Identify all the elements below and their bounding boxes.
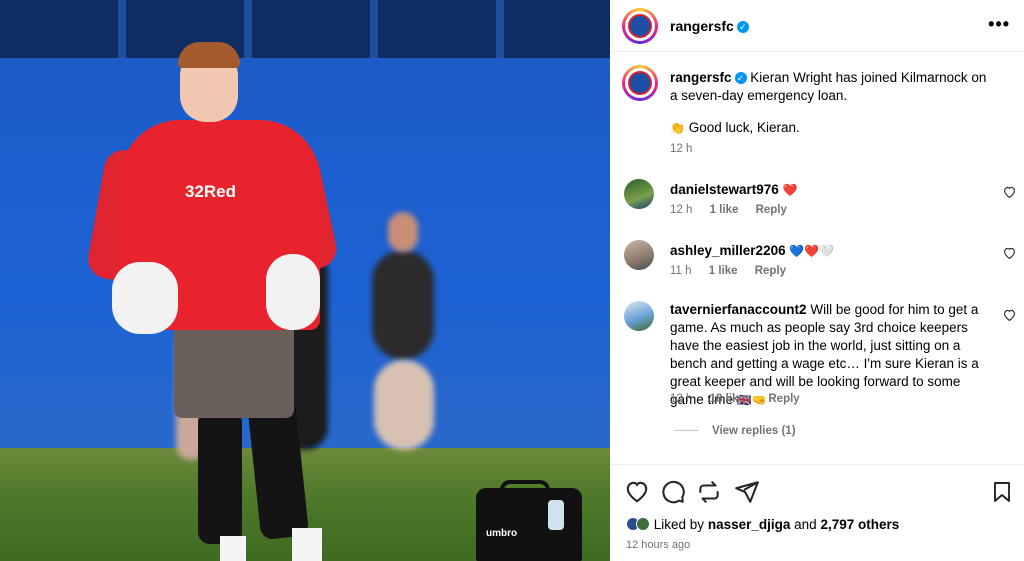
- comments-scroll-area[interactable]: rangersfc ✓ Kieran Wright has joined Kilm…: [610, 53, 1024, 464]
- rangers-crest-icon: [628, 71, 652, 95]
- comment-username[interactable]: ashley_miller2206: [670, 243, 786, 258]
- photo-background-player-legs: [374, 360, 434, 450]
- verified-badge-icon: ✓: [734, 72, 747, 84]
- caption-time: 12 h: [670, 143, 693, 155]
- player-glove-right: [266, 254, 320, 330]
- comment-emoji: 💙❤️🤍: [789, 244, 835, 258]
- player-glove-left: [112, 262, 178, 334]
- photo-background-player-head: [388, 212, 418, 252]
- reply-button[interactable]: Reply: [768, 393, 799, 405]
- water-bottle: [548, 500, 564, 530]
- photo-background-player: [372, 250, 434, 360]
- author-avatar[interactable]: [622, 8, 658, 44]
- post-header: rangersfc ✓ •••: [610, 0, 1024, 52]
- liker-username[interactable]: nasser_djiga: [708, 517, 791, 532]
- liker-avatar: [636, 517, 650, 531]
- player-sock-left: [220, 536, 246, 561]
- comment-emoji: ❤️: [782, 183, 798, 197]
- comment-item: ashley_miller2206 💙❤️🤍: [670, 242, 992, 260]
- comment-likes[interactable]: 18 likes: [710, 393, 752, 405]
- more-options-icon[interactable]: •••: [988, 14, 1010, 35]
- author-username[interactable]: rangersfc ✓: [670, 18, 749, 34]
- post-actions-bar: Liked by nasser_djiga and 2,797 others 1…: [610, 464, 1024, 561]
- player-hair: [178, 42, 240, 68]
- repost-icon[interactable]: [696, 479, 722, 505]
- verified-badge-icon: ✓: [736, 21, 749, 33]
- player-shorts: [174, 322, 294, 418]
- clap-emoji: 👏: [670, 121, 685, 135]
- comment-likes[interactable]: 1 like: [709, 265, 738, 277]
- like-heart-icon[interactable]: [624, 479, 650, 505]
- bag-logo: umbro: [486, 528, 518, 539]
- save-bookmark-icon[interactable]: [990, 479, 1016, 505]
- caption-username[interactable]: rangersfc: [670, 70, 732, 85]
- player-leg-left: [198, 410, 242, 544]
- reply-button[interactable]: Reply: [756, 204, 787, 216]
- likes-summary[interactable]: Liked by nasser_djiga and 2,797 others: [626, 517, 899, 532]
- comment-username[interactable]: danielstewart976: [670, 182, 779, 197]
- comment-item: danielstewart976 ❤️: [670, 181, 992, 199]
- comment-avatar[interactable]: [624, 240, 654, 270]
- likes-prefix: Liked by: [653, 517, 705, 532]
- comment-meta: 12 h 1 like Reply: [670, 204, 787, 216]
- comment-time: 11 h: [670, 265, 692, 277]
- comment-time: 12 h: [670, 393, 693, 405]
- like-comment-heart-icon[interactable]: [1002, 247, 1016, 261]
- share-paper-plane-icon[interactable]: [734, 479, 760, 505]
- view-replies-button[interactable]: View replies (1): [674, 425, 796, 437]
- likes-others-count[interactable]: 2,797 others: [820, 517, 899, 532]
- rangers-crest-icon: [628, 14, 652, 38]
- comment-avatar[interactable]: [624, 179, 654, 209]
- like-comment-heart-icon[interactable]: [1002, 309, 1016, 323]
- post-caption: rangersfc ✓ Kieran Wright has joined Kilm…: [670, 69, 990, 137]
- comment-username[interactable]: tavernierfanaccount2: [670, 302, 807, 317]
- shirt-sponsor-text: 32Red: [185, 182, 237, 201]
- caption-text-2: Good luck, Kieran.: [688, 120, 800, 135]
- reply-button[interactable]: Reply: [755, 265, 786, 277]
- comment-bubble-icon[interactable]: [660, 479, 686, 505]
- photo-fence: [0, 0, 610, 58]
- likes-middle: and: [794, 517, 817, 532]
- post-photo[interactable]: 32Red umbro: [0, 0, 610, 561]
- player-sock-right: [292, 528, 322, 561]
- comment-meta: 12 h 18 likes Reply: [670, 393, 800, 405]
- comment-avatar[interactable]: [624, 301, 654, 331]
- comment-meta: 11 h 1 like Reply: [670, 265, 786, 277]
- comment-time: 12 h: [670, 204, 693, 216]
- comment-text: Will be good for him to get a game. As m…: [670, 302, 979, 407]
- author-username-text[interactable]: rangersfc: [670, 18, 734, 34]
- post-timestamp[interactable]: 12 hours ago: [626, 539, 690, 551]
- kit-bag: [476, 488, 582, 561]
- view-replies-label[interactable]: View replies (1): [712, 425, 796, 437]
- caption-author-avatar[interactable]: [622, 65, 658, 101]
- like-comment-heart-icon[interactable]: [1002, 186, 1016, 200]
- comment-likes[interactable]: 1 like: [710, 204, 739, 216]
- replies-divider: [674, 430, 698, 431]
- post-panel: rangersfc ✓ ••• rangersfc ✓ Kieran Wright …: [610, 0, 1024, 561]
